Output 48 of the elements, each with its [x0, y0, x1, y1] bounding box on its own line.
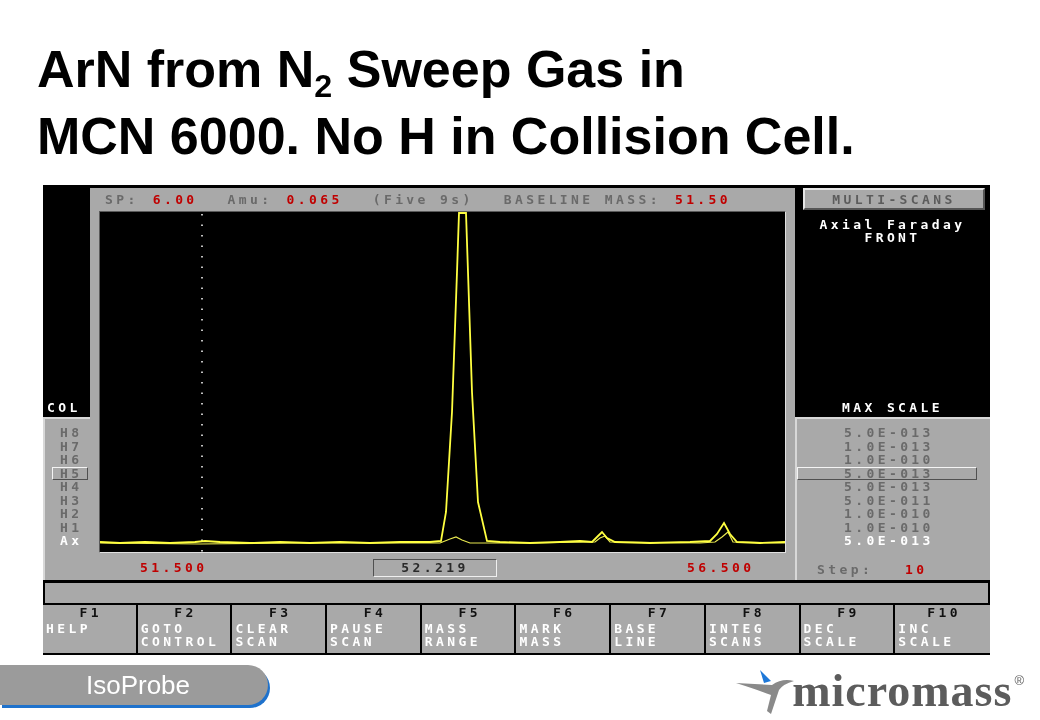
- cursor-mass-readout: 52.219: [373, 558, 497, 577]
- function-key[interactable]: F1 HELP: [43, 605, 138, 653]
- collector-item[interactable]: H4: [52, 480, 88, 494]
- function-key[interactable]: F7 BASE LINE: [611, 605, 706, 653]
- scale-item[interactable]: 1.0E-010: [797, 520, 977, 534]
- collector-item[interactable]: H3: [52, 493, 88, 507]
- mass-start-label: 51.500: [140, 560, 209, 575]
- collector-item[interactable]: H6: [52, 453, 88, 467]
- multi-scans-button[interactable]: MULTI-SCANS: [803, 188, 985, 210]
- scale-item[interactable]: 1.0E-010: [797, 507, 977, 521]
- function-key[interactable]: F8 INTEG SCANS: [705, 605, 801, 653]
- step-label: Step:: [817, 561, 875, 577]
- collector-item[interactable]: H8: [52, 426, 88, 440]
- slide-title: ArN from N$_{2}$ Sweep Gas in MCN 6000. No H in Collision Cell.: [37, 39, 855, 167]
- function-key[interactable]: F2 GOTO CONTROL: [137, 605, 233, 653]
- function-key[interactable]: F10 INC SCALE: [895, 605, 990, 653]
- function-key[interactable]: F4 PAUSE SCAN: [327, 605, 422, 653]
- header-value: 0.065: [286, 191, 343, 207]
- scale-item[interactable]: 1.0E-013: [797, 439, 977, 453]
- header-label: (Five 9s): [372, 191, 474, 207]
- header-value: 6.00: [152, 191, 198, 207]
- logo-wordmark: micromass: [792, 668, 1013, 714]
- header-label: BASELINE MASS:: [503, 191, 661, 207]
- collector-heading: COL: [47, 400, 81, 415]
- header-value: 51.50: [674, 191, 732, 207]
- collector-item[interactable]: H5: [52, 466, 88, 480]
- header-label: SP:: [105, 191, 139, 207]
- function-key[interactable]: F3 CLEAR SCAN: [232, 605, 328, 653]
- scale-item[interactable]: 5.0E-013: [797, 534, 977, 548]
- function-key[interactable]: F6 MARK MASS: [516, 605, 612, 653]
- collector-item[interactable]: H7: [52, 439, 88, 453]
- scale-heading: MAX SCALE: [841, 400, 943, 415]
- registered-mark: ®: [1014, 674, 1024, 687]
- scale-item[interactable]: 5.0E-013: [797, 466, 977, 480]
- detector-label: Axial Faraday FRONT: [818, 218, 967, 244]
- header-label: Amu:: [227, 191, 273, 207]
- product-label: IsoProbe: [0, 665, 268, 705]
- step-value: 10: [905, 561, 928, 577]
- collector-item[interactable]: Ax: [52, 534, 88, 548]
- scale-item[interactable]: 5.0E-011: [797, 493, 977, 507]
- function-key[interactable]: F9 DEC SCALE: [800, 605, 896, 653]
- collector-item[interactable]: H2: [52, 507, 88, 521]
- mass-end-label: 56.500: [687, 560, 755, 575]
- scale-item[interactable]: 5.0E-013: [797, 480, 977, 494]
- function-key[interactable]: F5 MASS RANGE: [421, 605, 517, 653]
- collector-item[interactable]: H1: [52, 520, 88, 534]
- scale-item[interactable]: 5.0E-013: [797, 426, 977, 440]
- scale-item[interactable]: 1.0E-010: [797, 453, 977, 467]
